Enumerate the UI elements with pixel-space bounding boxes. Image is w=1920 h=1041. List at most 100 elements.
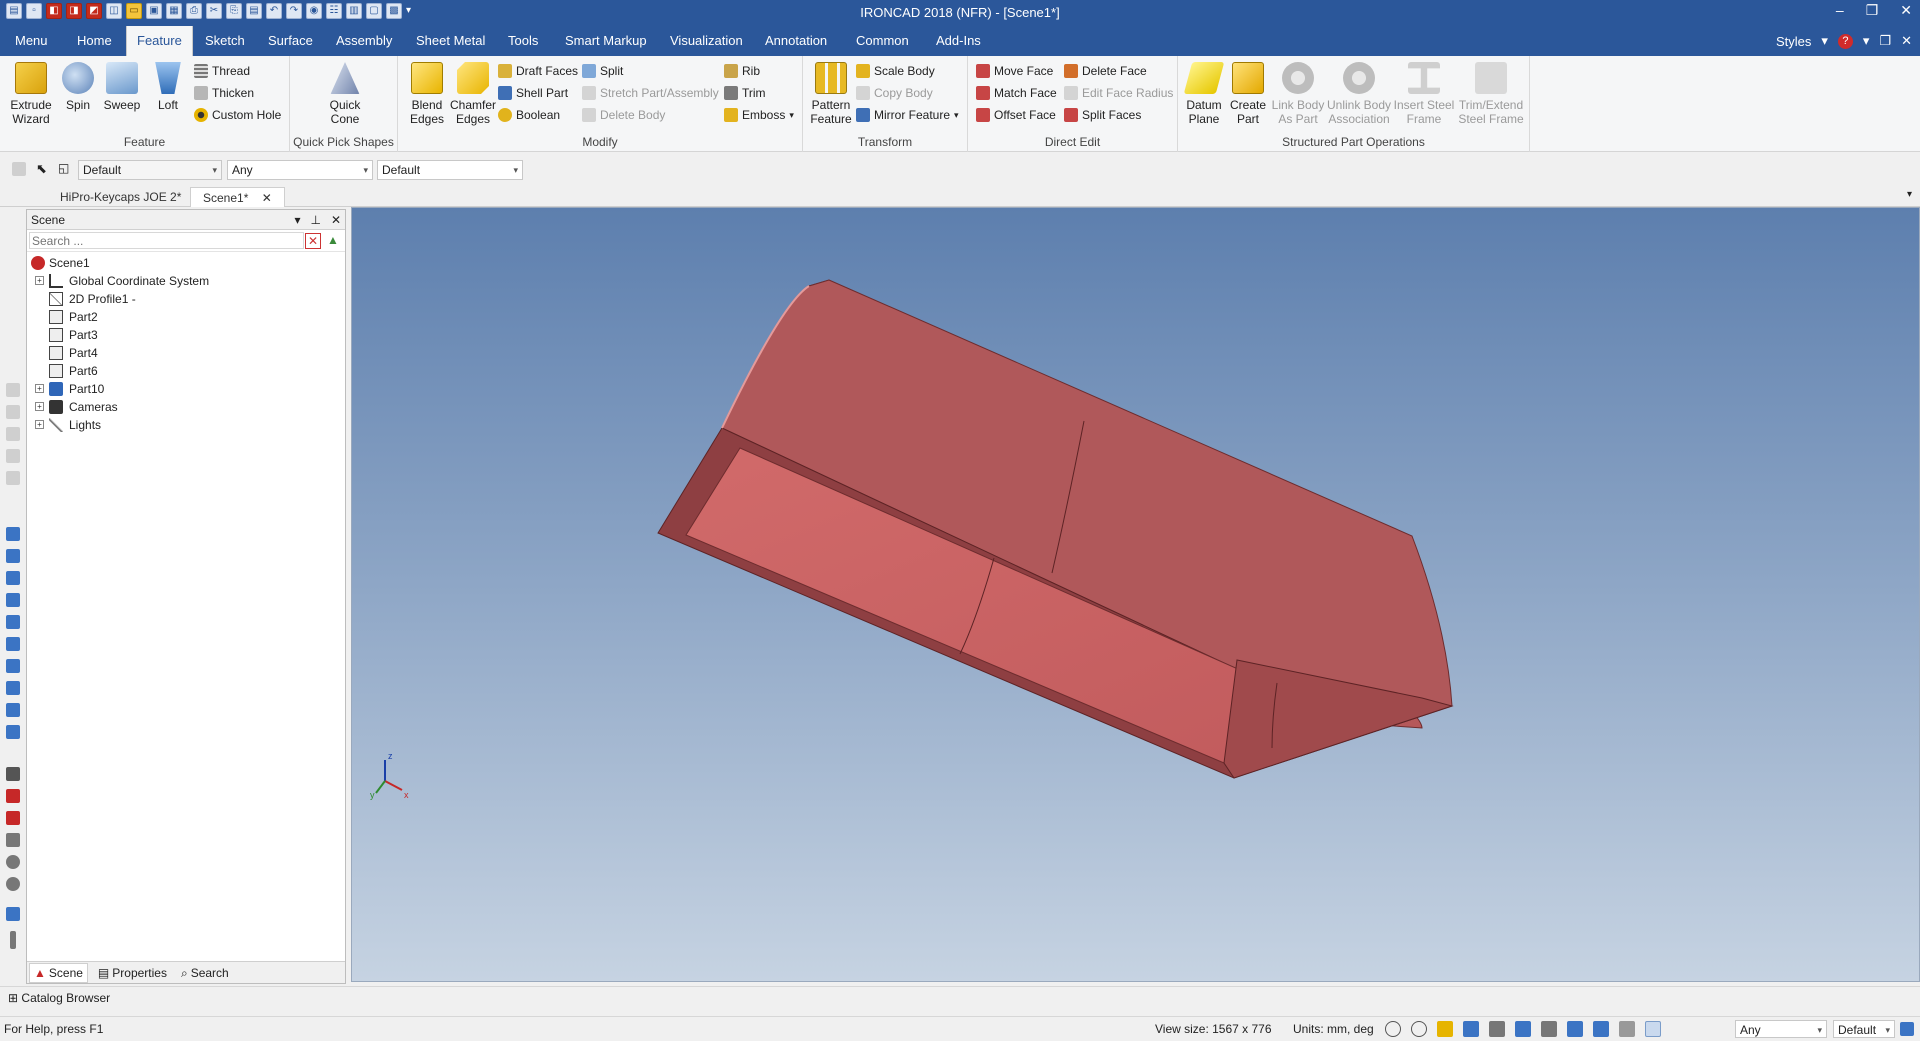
view-icon[interactable] [6, 405, 20, 419]
3d-viewport[interactable]: z x y [351, 207, 1920, 982]
ruler-icon[interactable] [10, 931, 16, 949]
sketch-icon[interactable] [6, 907, 20, 921]
tab-sketch[interactable]: Sketch [195, 26, 255, 56]
tree-node-part4[interactable]: Part4 [27, 344, 345, 362]
constraint-icon[interactable] [6, 811, 20, 825]
thicken-button[interactable]: Thicken [194, 84, 254, 102]
select-face-icon[interactable]: ◱ [58, 161, 69, 175]
tree-node-part3[interactable]: Part3 [27, 326, 345, 344]
tab-smart-markup[interactable]: Smart Markup [555, 26, 657, 56]
delete-body-button[interactable]: Delete Body [582, 106, 665, 124]
angle-icon[interactable] [6, 833, 20, 847]
rib-button[interactable]: Rib [724, 62, 760, 80]
tab-tools[interactable]: Tools [498, 26, 548, 56]
tab-surface[interactable]: Surface [258, 26, 323, 56]
trim-extend-steel-button[interactable]: Trim/Extend Steel Frame [1456, 62, 1526, 126]
scale-body-button[interactable]: Scale Body [856, 62, 935, 80]
status-filter-combo[interactable]: Any ▾ [1735, 1020, 1827, 1038]
pattern-feature-button[interactable]: Pattern Feature [809, 62, 853, 126]
toggle-icon[interactable] [1619, 1021, 1635, 1037]
footer-tab-scene[interactable]: ▲ Scene [29, 962, 88, 983]
tree-node-part2[interactable]: Part2 [27, 308, 345, 326]
tree-node-2d-profile1[interactable]: 2D Profile1 - [27, 290, 345, 308]
restore-child-icon[interactable]: ❐ [1879, 33, 1891, 49]
tree-node-global-coordinate-system[interactable]: + Global Coordinate System [27, 272, 345, 290]
smart-dimension-icon[interactable] [6, 789, 20, 803]
tab-sheet-metal[interactable]: Sheet Metal [406, 26, 495, 56]
move-face-button[interactable]: Move Face [976, 62, 1053, 80]
chamfer-edges-button[interactable]: Chamfer Edges [450, 62, 496, 126]
expand-icon[interactable]: + [35, 384, 44, 393]
back-view-icon[interactable] [6, 549, 20, 563]
network-icon[interactable] [1900, 1022, 1914, 1036]
expand-icon[interactable]: + [35, 402, 44, 411]
split-faces-button[interactable]: Split Faces [1064, 106, 1141, 124]
view-icon[interactable] [6, 383, 20, 397]
tab-add-ins[interactable]: Add-Ins [926, 26, 991, 56]
tree-node-cameras[interactable]: + Cameras [27, 398, 345, 416]
delete-face-button[interactable]: Delete Face [1064, 62, 1147, 80]
right-view-icon[interactable] [6, 593, 20, 607]
chevron-down-icon[interactable]: ▾ [294, 210, 300, 230]
tab-feature[interactable]: Feature [126, 26, 193, 56]
spin-button[interactable]: Spin [60, 62, 96, 112]
draft-faces-button[interactable]: Draft Faces [498, 62, 578, 80]
tree-node-part10[interactable]: + Part10 [27, 380, 345, 398]
unlink-body-button[interactable]: Unlink Body Association [1326, 62, 1392, 126]
iso-view-icon[interactable] [6, 659, 20, 673]
tab-annotation[interactable]: Annotation [755, 26, 837, 56]
rotate-icon[interactable] [6, 855, 20, 869]
close-tab-icon[interactable]: ✕ [262, 191, 272, 205]
material-combo[interactable]: Default ▾ [377, 160, 523, 180]
boolean-button[interactable]: Boolean [498, 106, 560, 124]
close-button[interactable]: ✕ [1900, 2, 1912, 19]
view-icon[interactable] [6, 449, 20, 463]
styles-menu[interactable]: Styles [1776, 34, 1811, 49]
minimize-button[interactable]: – [1836, 2, 1844, 19]
shade-icon[interactable] [6, 681, 20, 695]
custom-hole-button[interactable]: Custom Hole [194, 106, 281, 124]
stretch-button[interactable]: Stretch Part/Assembly [582, 84, 719, 102]
zoom-window-icon[interactable] [1411, 1021, 1427, 1037]
close-child-icon[interactable]: ✕ [1901, 33, 1912, 49]
cursor-icon[interactable]: ⬉ [36, 161, 47, 177]
footer-tab-search[interactable]: ⌕ Search [177, 963, 233, 983]
tree-node-part6[interactable]: Part6 [27, 362, 345, 380]
model-drawing[interactable]: z x y [352, 208, 1920, 982]
orbit-icon[interactable] [6, 877, 20, 891]
footer-tab-properties[interactable]: ▤ Properties [94, 963, 171, 983]
maximize-button[interactable]: ❐ [1866, 2, 1879, 19]
display-mode-icon[interactable] [1463, 1021, 1479, 1037]
match-face-button[interactable]: Match Face [976, 84, 1057, 102]
quick-cone-button[interactable]: Quick Cone [320, 62, 370, 126]
tree-node-scene1[interactable]: Scene1 [27, 254, 345, 272]
top-view-icon[interactable] [6, 615, 20, 629]
help-icon[interactable]: ? [1837, 33, 1853, 49]
style-combo[interactable]: Default ▾ [78, 160, 222, 180]
view-orient-icon[interactable] [1489, 1021, 1505, 1037]
emboss-button[interactable]: Emboss ▾ [724, 106, 794, 124]
thread-button[interactable]: Thread [194, 62, 250, 80]
zoom-icon[interactable] [1385, 1021, 1401, 1037]
insert-steel-frame-button[interactable]: Insert Steel Frame [1392, 62, 1456, 126]
tab-menu[interactable]: Menu [5, 26, 58, 56]
filter-icon[interactable]: ▲ [325, 233, 341, 249]
catalog-browser-bar[interactable]: ⊞ Catalog Browser [0, 986, 1920, 1008]
pin-icon[interactable]: ⊥ [310, 210, 320, 230]
mirror-feature-button[interactable]: Mirror Feature ▾ [856, 106, 959, 124]
left-view-icon[interactable] [6, 571, 20, 585]
front-view-icon[interactable] [6, 527, 20, 541]
shade-mode-icon[interactable] [1567, 1021, 1583, 1037]
blend-edges-button[interactable]: Blend Edges [406, 62, 448, 126]
measure-icon[interactable] [6, 767, 20, 781]
expand-icon[interactable]: + [35, 276, 44, 285]
edit-face-radius-button[interactable]: Edit Face Radius [1064, 84, 1173, 102]
section-icon[interactable] [1515, 1021, 1531, 1037]
chevron-down-icon[interactable]: ▾ [1907, 189, 1912, 200]
tab-common[interactable]: Common [846, 26, 919, 56]
loft-button[interactable]: Loft [148, 62, 188, 112]
close-panel-icon[interactable]: ✕ [331, 210, 341, 230]
tab-home[interactable]: Home [67, 26, 122, 56]
tab-visualization[interactable]: Visualization [660, 26, 753, 56]
view-icon[interactable] [6, 427, 20, 441]
